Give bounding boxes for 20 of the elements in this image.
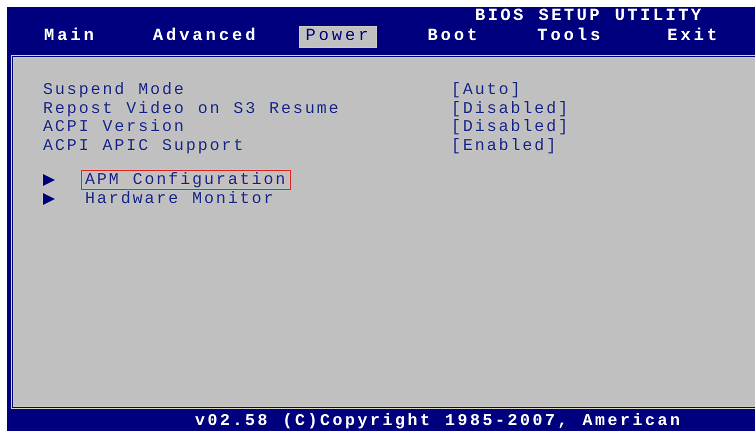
- setting-label[interactable]: ACPI APIC Support: [39, 136, 451, 155]
- setting-label[interactable]: Repost Video on S3 Resume: [39, 100, 451, 118]
- setting-value[interactable]: [Auto]: [451, 81, 522, 100]
- setting-label[interactable]: ACPI Version: [39, 118, 451, 136]
- setting-label[interactable]: Suspend Mode: [39, 81, 451, 100]
- triangle-icon: [43, 174, 55, 186]
- triangle-icon: [43, 192, 55, 205]
- setting-value[interactable]: [Enabled]: [451, 136, 558, 155]
- copyright-text: v02.58 (C)Copyright 1985-2007, American: [195, 411, 683, 430]
- menu-tab[interactable]: Tools: [531, 26, 610, 48]
- submenu-item[interactable]: Hardware Monitor: [81, 190, 280, 208]
- setting-value[interactable]: [Disabled]: [451, 118, 570, 136]
- menu-tab[interactable]: Exit: [661, 26, 726, 48]
- submenu-item[interactable]: APM Configuration: [81, 170, 292, 190]
- menu-tab[interactable]: Boot: [421, 26, 486, 48]
- menu-tab[interactable]: Power: [299, 26, 378, 48]
- window-title: BIOS SETUP UTILITY: [475, 7, 705, 26]
- setting-value[interactable]: [Disabled]: [451, 100, 570, 118]
- menu-tab[interactable]: Advanced: [146, 26, 264, 48]
- menu-tab[interactable]: Main: [38, 26, 103, 48]
